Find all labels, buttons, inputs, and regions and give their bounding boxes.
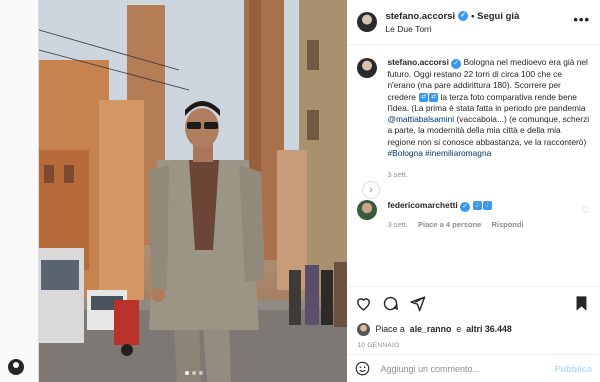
post-photo[interactable] (39, 0, 348, 382)
caption-text: la terza foto comparativa rende bene l'i… (387, 91, 586, 113)
caption: stefano.accorsi ✓ Bologna nel medioevo e… (357, 57, 590, 181)
emoji-tile: ⇄ (419, 92, 429, 102)
bookmark-icon[interactable] (573, 295, 590, 312)
post-card: › stefano.accorsi ✓ • Segui già Le Due T… (38, 0, 600, 382)
emoji-tile: ⇄ (429, 92, 439, 102)
anchor-emoji: ⚓ (483, 200, 493, 210)
likes-count[interactable]: altri 36.448 (466, 324, 511, 334)
comment-heart-icon[interactable]: ♡ (582, 205, 590, 216)
likes-summary: Piace a ale_ranno e altri 36.448 (347, 320, 600, 338)
comment-icon[interactable] (382, 295, 399, 312)
mention-link[interactable]: @mattiabalsamini (387, 114, 454, 124)
post-header: stefano.accorsi ✓ • Segui già Le Due Tor… (347, 0, 600, 45)
caption-time: 3 sett. (387, 170, 408, 180)
comment-likes[interactable]: Piace a 4 persone (418, 220, 481, 229)
post-sidebar: stefano.accorsi ✓ • Segui già Le Due Tor… (347, 0, 600, 382)
likes-prefix: Piace a (375, 324, 405, 334)
caption-username[interactable]: stefano.accorsi (387, 57, 448, 67)
follow-status[interactable]: • Segui già (471, 11, 519, 22)
heart-icon[interactable] (355, 295, 372, 312)
anchor-emoji: ⚓ (473, 200, 483, 210)
reply-button[interactable]: Rispondi (491, 220, 523, 229)
liker-username[interactable]: ale_ranno (410, 324, 452, 334)
comment-input[interactable] (380, 363, 555, 374)
publish-button[interactable]: Pubblica (554, 364, 592, 374)
location-link[interactable]: Le Due Torri (385, 24, 519, 34)
author-avatar[interactable] (357, 12, 378, 32)
author-username[interactable]: stefano.accorsi (385, 11, 455, 22)
comments-section: stefano.accorsi ✓ Bologna nel medioevo e… (347, 45, 600, 286)
more-icon[interactable]: ••• (573, 12, 590, 27)
carousel-next-button[interactable]: › (362, 181, 380, 199)
commenter-avatar[interactable] (357, 199, 378, 220)
carousel-dots (39, 371, 347, 375)
likes-middle: e (456, 324, 462, 334)
author-avatar[interactable] (357, 58, 378, 78)
action-bar (347, 286, 600, 320)
comment-item: federicomarchetti ✓ ⚓ ⚓ 3 sett. Piace a 4… (357, 199, 590, 231)
share-icon[interactable] (409, 295, 426, 312)
photo-illustration (39, 0, 348, 382)
emoji-icon[interactable] (355, 361, 370, 376)
liker-avatar[interactable] (357, 322, 371, 336)
verified-icon: ✓ (458, 11, 469, 21)
commenter-username[interactable]: federicomarchetti (387, 200, 457, 210)
carousel-dot (198, 371, 203, 375)
comment-time: 3 sett. (387, 219, 408, 229)
carousel-dot (191, 371, 196, 375)
add-comment-bar: Pubblica (347, 354, 600, 382)
hashtags[interactable]: #Bologna #inemiliaromagna (387, 148, 491, 158)
carousel-dot-active (184, 371, 189, 375)
profile-avatar[interactable] (8, 359, 24, 375)
verified-icon: ✓ (451, 59, 462, 69)
verified-icon: ✓ (460, 201, 471, 212)
post-date[interactable]: 10 GENNAIO (347, 338, 600, 354)
